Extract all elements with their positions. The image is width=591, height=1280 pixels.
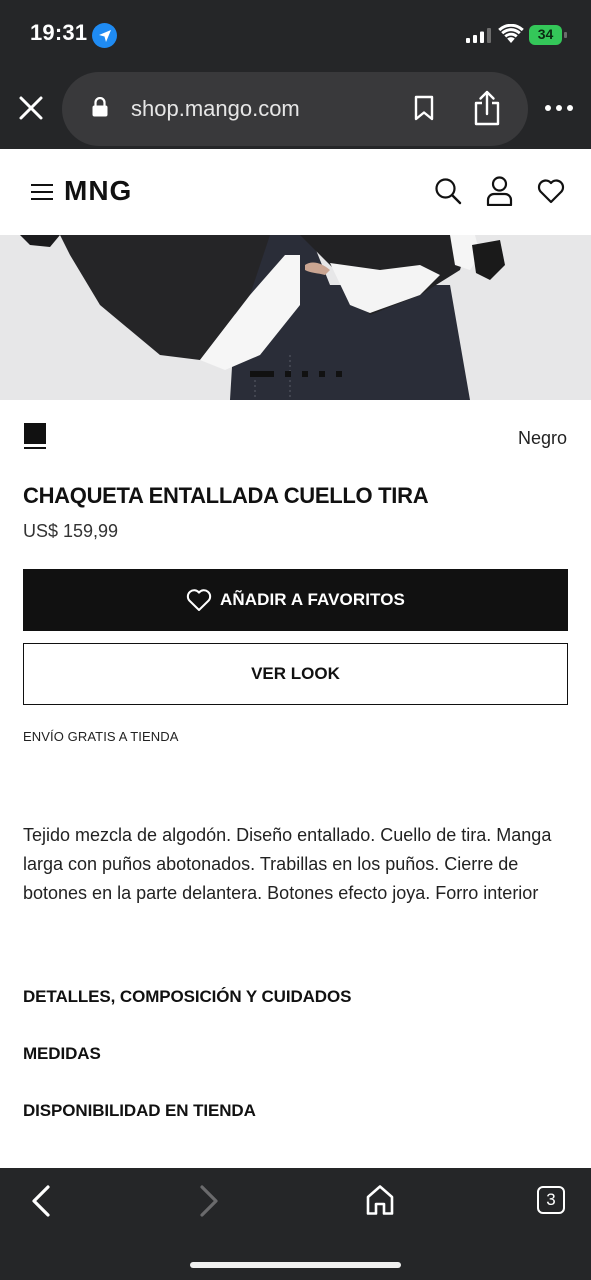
location-arrow-icon xyxy=(92,23,117,48)
close-icon[interactable] xyxy=(16,93,46,123)
more-icon[interactable] xyxy=(544,104,574,112)
battery-indicator: 34 xyxy=(529,25,567,45)
see-look-label: VER LOOK xyxy=(251,664,340,683)
battery-cap xyxy=(564,32,567,38)
lock-icon xyxy=(92,97,108,117)
gallery-pagination[interactable] xyxy=(250,371,350,377)
see-look-button[interactable]: VER LOOK xyxy=(23,643,568,705)
color-name: Negro xyxy=(517,428,567,448)
add-to-favorites-button[interactable]: AÑADIR A FAVORITOS xyxy=(23,569,568,631)
back-icon[interactable] xyxy=(30,1184,52,1218)
tabs-button[interactable]: 3 xyxy=(537,1186,565,1214)
cellular-signal-icon xyxy=(466,28,491,43)
product-price: US$ 159,99 xyxy=(23,521,119,541)
forward-icon[interactable] xyxy=(198,1184,220,1218)
bookmark-icon[interactable] xyxy=(413,95,435,121)
status-time: 19:31 xyxy=(30,20,88,45)
battery-level: 34 xyxy=(537,26,554,42)
account-icon[interactable] xyxy=(486,176,513,206)
heart-outline-icon xyxy=(186,589,212,611)
search-icon[interactable] xyxy=(434,177,462,205)
share-icon[interactable] xyxy=(473,90,501,126)
menu-icon[interactable] xyxy=(31,183,53,201)
wifi-icon xyxy=(498,24,524,43)
home-icon[interactable] xyxy=(365,1184,395,1216)
heart-icon[interactable] xyxy=(537,178,565,204)
color-swatch[interactable] xyxy=(24,423,46,449)
url-text[interactable]: shop.mango.com xyxy=(131,96,300,122)
details-composition-care-section[interactable]: DETALLES, COMPOSICIÓN Y CUIDADOS xyxy=(23,987,351,1007)
product-description: Tejido mezcla de algodón. Diseño entalla… xyxy=(23,825,552,903)
measurements-section[interactable]: MEDIDAS xyxy=(23,1044,101,1064)
store-availability-section[interactable]: DISPONIBILIDAD EN TIENDA xyxy=(23,1101,256,1121)
product-title: CHAQUETA ENTALLADA CUELLO TIRA xyxy=(23,483,429,508)
add-to-favorites-label: AÑADIR A FAVORITOS xyxy=(219,590,406,609)
brand-logo[interactable]: MNG xyxy=(64,175,132,207)
home-indicator xyxy=(190,1262,401,1268)
shipping-info: ENVÍO GRATIS A TIENDA xyxy=(23,729,179,744)
